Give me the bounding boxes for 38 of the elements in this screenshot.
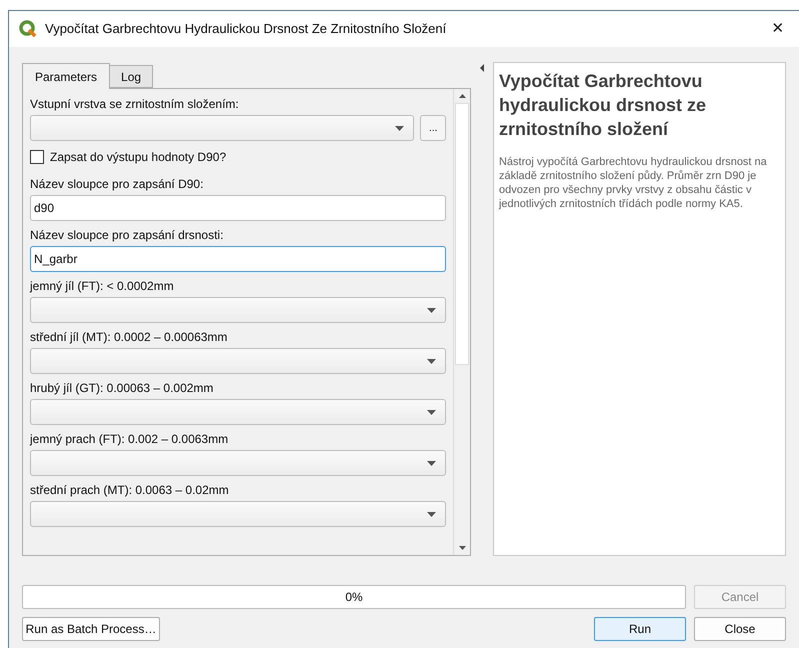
help-title: Vypočítat Garbrechtovu hydraulickou drsnost ze zrnitostního složení <box>498 70 708 141</box>
field-label: Zapsat do výstupu hodnoty D90? <box>50 149 226 166</box>
tab[interactable]: Log <box>110 65 154 88</box>
checkbox[interactable] <box>30 150 44 164</box>
browse-button[interactable]: ... <box>420 115 446 141</box>
dropdown-arrow-icon <box>427 512 436 516</box>
field-label: střední prach (MT): 0.0063 – 0.02mm <box>30 482 230 499</box>
close-button[interactable]: ✕ <box>763 15 793 43</box>
batch-process-button[interactable]: Run as Batch Process… <box>22 617 160 641</box>
field-label: střední jíl (MT): 0.0002 – 0.00063mm <box>30 329 228 346</box>
dropdown[interactable] <box>30 450 446 476</box>
dropdown-arrow-icon <box>427 308 436 312</box>
field-label: Vstupní vrstva se zrnitostním složením: <box>30 96 240 113</box>
collapse-arrow-icon[interactable] <box>479 64 486 72</box>
field-label: jemný prach (FT): 0.002 – 0.0063mm <box>30 431 230 448</box>
help-text: Nástroj vypočítá Garbrechtovu hydraulickou drsnost na základě zrnitostního složení půdy. Průměr zrn D90 je odvozen pro všechny prvky vrstvy z obsahu částic v jednotlivých zrnitostních třídách podle normy KA5. <box>498 155 768 211</box>
dropdown-arrow-icon <box>427 410 436 414</box>
field-label: hrubý jíl (GT): 0.00063 – 0.002mm <box>30 380 214 397</box>
dropdown-arrow-icon <box>395 126 404 130</box>
close-button[interactable]: Close <box>694 617 786 641</box>
dropdown[interactable] <box>30 297 446 323</box>
dropdown-arrow-icon <box>427 460 436 466</box>
window-title: Vypočítat Garbrechtovu Hydraulickou Drsnost Ze Zrnitostního Složení <box>45 20 448 38</box>
field-label: Název sloupce pro zapsání D90: <box>30 176 204 193</box>
dropdown[interactable] <box>30 348 446 374</box>
scrollbar[interactable] <box>453 89 470 555</box>
dropdown[interactable] <box>30 501 446 527</box>
dropdown[interactable] <box>30 399 446 425</box>
dropdown-arrow-icon <box>427 358 436 364</box>
text-field[interactable]: d90 <box>30 195 446 221</box>
field-label: Název sloupce pro zapsání drsnosti: <box>30 227 224 244</box>
field-label: jemný jíl (FT): < 0.0002mm <box>30 278 175 295</box>
run-button[interactable]: Run <box>594 617 686 641</box>
text-field[interactable]: N_garbr <box>30 246 446 272</box>
app-logo-icon <box>19 20 37 38</box>
progress-reading: 0% <box>345 589 363 606</box>
dropdown[interactable] <box>30 115 414 141</box>
tab[interactable]: Parameters <box>22 63 110 89</box>
